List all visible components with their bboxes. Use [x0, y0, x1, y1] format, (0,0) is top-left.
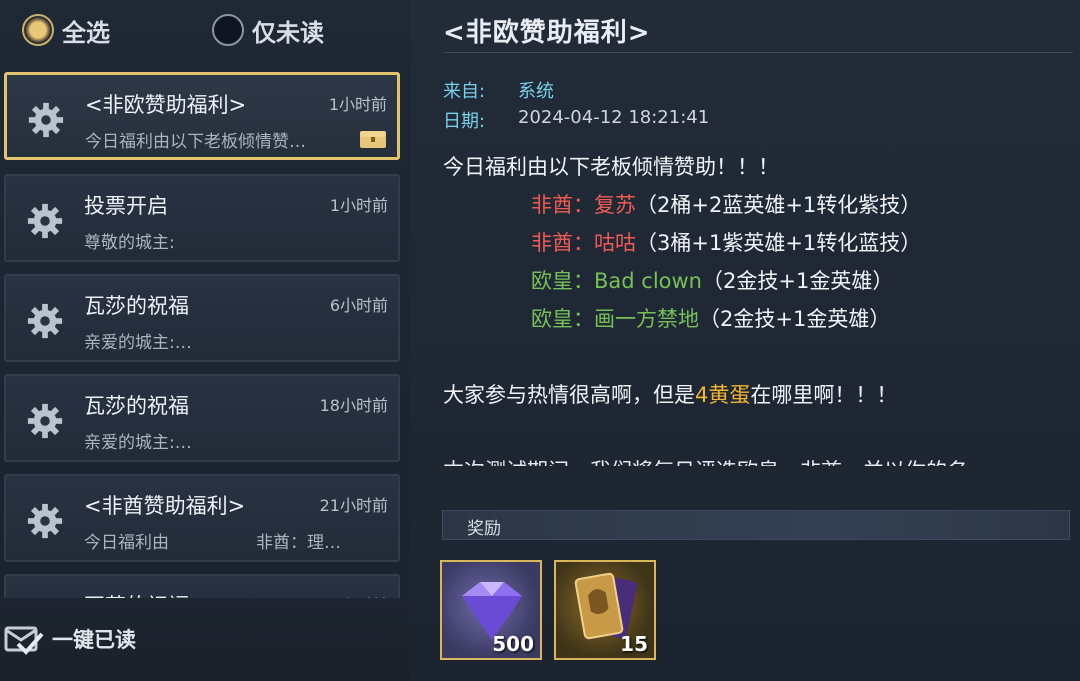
- sponsor-tag: 非酋：: [531, 193, 594, 217]
- heading-divider: [443, 52, 1073, 53]
- gear-icon: [28, 102, 64, 138]
- mail-item[interactable]: 瓦莎的祝福 6小时前 亲爱的城主:…: [4, 274, 400, 362]
- mail-time: 1小时前: [328, 95, 387, 114]
- mail-time: 21小时前: [319, 496, 388, 515]
- from-value: 系统: [518, 81, 554, 102]
- select-all-label: 全选: [62, 18, 110, 47]
- mail-title: <非酋赞助福利>: [84, 494, 246, 518]
- mail-body[interactable]: 今日福利由以下老板倾情赞助！！！ 非酋：复苏（2桶+2蓝英雄+1转化紫技） 非酋…: [443, 148, 1073, 466]
- mail-cut-line: 本次测试期间，我们将每日评选欧皇、非酋，并以你的名: [443, 452, 1073, 466]
- date-label: 日期:: [443, 111, 486, 132]
- mail-time: 6小时前: [329, 296, 388, 315]
- sponsor-line: 欧皇：画一方禁地（2金技+1金英雄）: [443, 300, 1073, 338]
- mail-preview-extra: 非酋：理…: [256, 533, 341, 553]
- radio-checked-icon: [22, 14, 54, 46]
- mail-title: 瓦莎的祝福: [84, 294, 189, 318]
- mail-item[interactable]: 瓦莎的祝福 18小时前 亲爱的城主:…: [4, 374, 400, 462]
- mark-all-read-button[interactable]: 一键已读: [4, 622, 136, 656]
- sponsor-line: 非酋：咕咕（3桶+1紫英雄+1转化蓝技）: [443, 224, 1073, 262]
- mail-time: 1小时前: [329, 196, 388, 215]
- mail-item[interactable]: 瓦莎的祝福 22小时前: [4, 574, 400, 600]
- gear-icon: [27, 303, 63, 339]
- gear-icon: [27, 503, 63, 539]
- sponsor-tag: 欧皇：: [531, 307, 594, 331]
- mail-item[interactable]: 投票开启 1小时前 尊敬的城主:: [4, 174, 400, 262]
- mark-all-read-label: 一键已读: [52, 628, 136, 652]
- mail-preview: 亲爱的城主:…: [84, 333, 192, 353]
- mail-outro: 大家参与热情很高啊，但是4黄蛋在哪里啊！！！: [443, 376, 1073, 414]
- mail-heading: <非欧赞助福利>: [443, 18, 651, 48]
- unread-only-label: 仅未读: [252, 18, 324, 47]
- envelope-check-icon: [4, 626, 44, 655]
- sponsor-name: 画一方禁地: [594, 307, 699, 331]
- reward-count: 15: [620, 632, 648, 656]
- sponsor-detail: （2金技+1金英雄）: [699, 307, 891, 331]
- treasure-chest-icon: [360, 131, 386, 148]
- reward-item[interactable]: 15: [554, 560, 656, 660]
- sponsor-detail: （2桶+2蓝英雄+1转化紫技）: [636, 193, 922, 217]
- mail-title: <非欧赞助福利>: [85, 93, 247, 117]
- sponsor-line: 欧皇：Bad clown（2金技+1金英雄）: [443, 262, 1073, 300]
- mail-list[interactable]: <非欧赞助福利> 1小时前 今日福利由以下老板倾情赞… 投票开启 1小时前 尊敬…: [0, 70, 410, 600]
- rewards-header: 奖励: [442, 510, 1070, 540]
- outro-highlight: 4黄蛋: [695, 383, 751, 407]
- date-value: 2024-04-12 18:21:41: [518, 107, 710, 128]
- reward-count: 500: [492, 632, 534, 656]
- radio-unchecked-icon: [212, 14, 244, 46]
- rewards-label: 奖励: [467, 519, 501, 539]
- mail-preview: 尊敬的城主:: [84, 233, 175, 253]
- sponsor-detail: （2金技+1金英雄）: [702, 269, 894, 293]
- sponsor-tag: 非酋：: [531, 231, 594, 255]
- sponsor-detail: （3桶+1紫英雄+1转化蓝技）: [636, 231, 922, 255]
- sponsor-tag: 欧皇：: [531, 269, 594, 293]
- select-all-radio[interactable]: 全选: [22, 10, 110, 50]
- mail-time: 18小时前: [319, 396, 388, 415]
- mail-item[interactable]: <非酋赞助福利> 21小时前 今日福利由 非酋：理…: [4, 474, 400, 562]
- sponsor-name: Bad clown: [594, 269, 702, 293]
- mail-preview: 今日福利由: [84, 533, 169, 553]
- sponsor-name: 咕咕: [594, 231, 636, 255]
- gear-icon: [27, 203, 63, 239]
- from-label: 来自:: [443, 81, 486, 102]
- reward-item[interactable]: 500: [440, 560, 542, 660]
- gear-icon: [27, 403, 63, 439]
- unread-only-radio[interactable]: 仅未读: [212, 10, 324, 50]
- outro-text-end: 在哪里啊！！！: [750, 383, 898, 407]
- mail-title: 瓦莎的祝福: [84, 394, 189, 418]
- mail-preview: 今日福利由以下老板倾情赞…: [85, 132, 306, 152]
- outro-text: 大家参与热情很高啊，但是: [443, 383, 695, 407]
- sponsor-name: 复苏: [594, 193, 636, 217]
- mail-item[interactable]: <非欧赞助福利> 1小时前 今日福利由以下老板倾情赞…: [4, 72, 400, 160]
- mail-preview: 亲爱的城主:…: [84, 433, 192, 453]
- mail-title: 投票开启: [84, 194, 168, 218]
- mail-intro: 今日福利由以下老板倾情赞助！！！: [443, 155, 779, 179]
- sponsor-line: 非酋：复苏（2桶+2蓝英雄+1转化紫技）: [443, 186, 1073, 224]
